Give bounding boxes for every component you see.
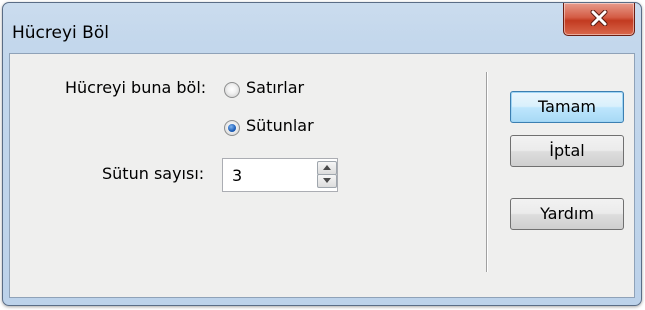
split-cell-dialog: Hücreyi Böl Hücreyi buna böl: Satırlar S… — [2, 2, 642, 306]
column-count-input[interactable]: 3 — [232, 166, 242, 185]
ok-button[interactable]: Tamam — [510, 91, 624, 123]
dialog-body: Hücreyi buna böl: Satırlar Sütunlar Sütu… — [9, 53, 635, 298]
radio-rows-label[interactable]: Satırlar — [246, 78, 304, 97]
column-count-stepper[interactable]: 3 — [222, 158, 338, 192]
cancel-button[interactable]: İptal — [510, 135, 624, 167]
spin-up-button[interactable] — [317, 161, 337, 175]
spin-down-button[interactable] — [317, 174, 337, 188]
dialog-title: Hücreyi Böl — [12, 23, 109, 43]
split-into-label: Hücreyi buna böl: — [65, 78, 207, 97]
spin-down-arrow-icon — [323, 178, 331, 183]
close-icon — [590, 10, 608, 26]
radio-columns[interactable] — [224, 120, 240, 136]
vertical-divider — [486, 72, 488, 272]
radio-rows[interactable] — [224, 82, 240, 98]
radio-columns-label[interactable]: Sütunlar — [246, 116, 314, 135]
spin-buttons — [317, 161, 337, 188]
spin-up-arrow-icon — [323, 165, 331, 170]
help-button[interactable]: Yardım — [510, 198, 624, 230]
title-bar[interactable]: Hücreyi Böl — [3, 3, 641, 53]
close-button[interactable] — [563, 3, 635, 36]
column-count-label: Sütun sayısı: — [102, 164, 205, 183]
